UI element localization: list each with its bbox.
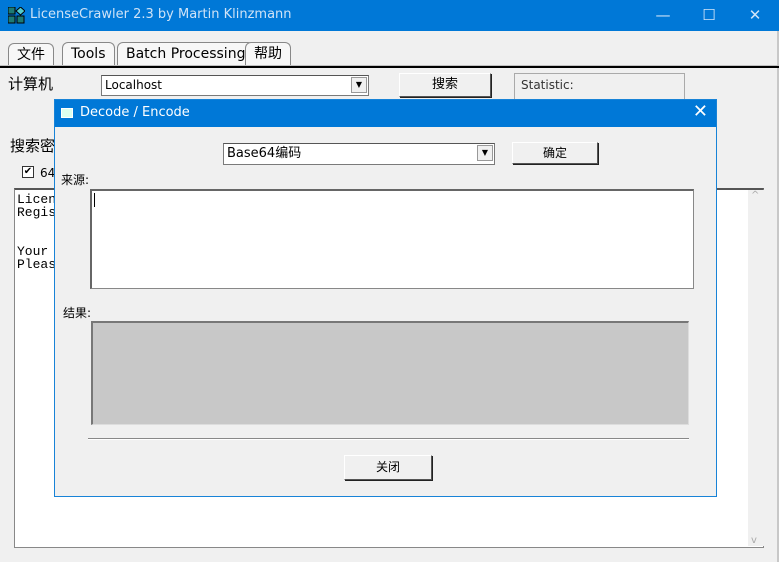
source-input[interactable] [90,189,694,289]
result-label: 结果: [63,306,92,320]
scroll-up-icon[interactable]: ^ [751,190,759,201]
dialog-title: Decode / Encode [80,105,190,120]
chevron-down-icon[interactable]: ▼ [477,145,493,161]
dialog-icon [61,108,73,118]
window-title: LicenseCrawler 2.3 by Martin Klinzmann [30,7,292,22]
computer-label: 计算机 [8,75,54,93]
computer-select[interactable]: Localhost ▼ [101,75,369,96]
result-output[interactable] [91,321,689,425]
tab-tools[interactable]: Tools [62,42,115,66]
search-key-label: 搜索密 [10,137,56,155]
tab-batch-processing[interactable]: Batch Processing [117,42,255,66]
dialog-separator [88,438,689,440]
ok-button[interactable]: 确定 [512,142,598,164]
minimize-button[interactable]: — [640,0,686,31]
vertical-scrollbar[interactable]: ^ v [748,190,764,546]
mode-select[interactable]: Base64编码 ▼ [223,143,495,165]
64bit-checkbox-label: 64 [40,166,56,180]
statistic-label: Statistic: [521,78,574,92]
close-dialog-button[interactable]: 关闭 [344,455,432,480]
maximize-button[interactable]: ☐ [686,0,732,31]
app-icon [8,7,25,24]
chevron-down-icon[interactable]: ▼ [351,77,367,93]
dialog-title-bar: Decode / Encode ✕ [55,100,716,127]
tab-divider [0,65,779,68]
search-button[interactable]: 搜索 [399,73,491,97]
close-button[interactable]: ✕ [732,0,778,31]
title-bar: LicenseCrawler 2.3 by Martin Klinzmann —… [0,0,779,31]
computer-select-value: Localhost [105,78,163,92]
64bit-checkbox[interactable]: ✔ [22,166,34,178]
mode-select-value: Base64编码 [227,146,302,161]
scroll-down-icon[interactable]: v [751,535,757,546]
source-label: 来源: [61,173,90,187]
decode-encode-dialog: Decode / Encode ✕ Base64编码 ▼ 确定 来源: 结果: … [54,99,717,497]
text-cursor [94,193,95,207]
tab-help[interactable]: 帮助 [245,42,291,66]
dialog-close-icon[interactable]: ✕ [693,101,708,122]
tab-file[interactable]: 文件 [8,43,54,67]
